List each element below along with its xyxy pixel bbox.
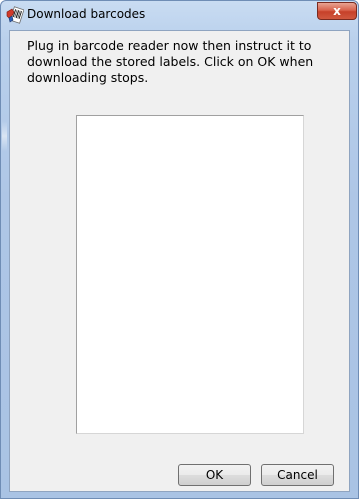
close-icon: x [333,4,341,18]
dialog-window: Download barcodes x Plug in barcode read… [0,0,359,499]
barcode-list[interactable] [76,115,304,434]
instruction-message: Plug in barcode reader now then instruct… [27,38,314,85]
frame-highlight [2,121,7,151]
barcode-app-icon [6,6,25,24]
cancel-button[interactable]: Cancel [261,464,334,486]
ok-button[interactable]: OK [178,464,251,486]
title-bar[interactable]: Download barcodes x [1,1,358,29]
window-title: Download barcodes [27,7,146,21]
close-button[interactable]: x [317,2,357,20]
